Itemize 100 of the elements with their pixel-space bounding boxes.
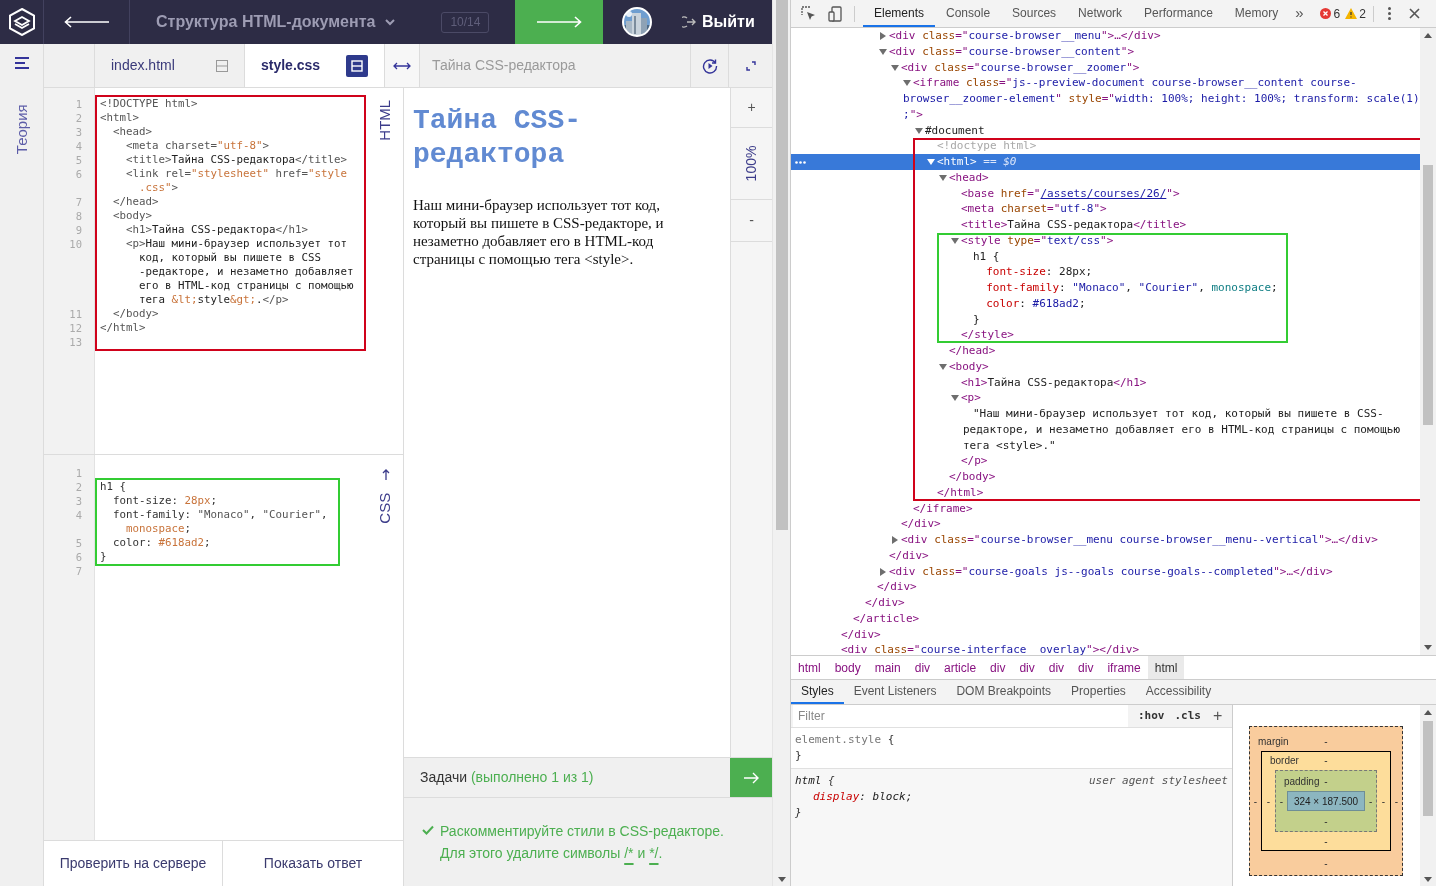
dom-node-line[interactable]: <div class="course-browser__content"> (889, 44, 1135, 58)
scroll-down-icon[interactable] (1424, 877, 1432, 882)
code-line[interactable]: <meta charset="utf-8"> (100, 139, 270, 152)
devtools-tab[interactable]: Console (935, 0, 1002, 27)
dom-node-line[interactable]: <div class="course-goals js--goals course-goals--completed">…</div> (889, 564, 1333, 578)
disclosure-triangle-icon[interactable] (951, 236, 959, 245)
code-line[interactable]: } (100, 550, 107, 563)
arrow-up-icon[interactable] (381, 469, 390, 480)
dom-node-line[interactable]: </div> (841, 627, 881, 641)
css-declaration[interactable]: display: block; (795, 789, 1228, 805)
dom-node-line[interactable]: </div> (877, 580, 917, 594)
dom-node-line[interactable]: <div class="course-browser__menu">…</div> (889, 29, 1161, 42)
devtools-tab[interactable]: Memory (1223, 0, 1290, 27)
code-line[interactable]: тега &lt;style&gt;.</p> (100, 293, 289, 306)
rule-selector[interactable]: html { (795, 773, 835, 789)
dom-node-line[interactable]: ;"> (903, 107, 923, 121)
breadcrumb[interactable]: div (983, 656, 1013, 679)
panel-tab[interactable]: Properties (1061, 680, 1136, 704)
dom-node-line[interactable]: } (973, 312, 980, 326)
code-line[interactable]: color: #618ad2; (100, 536, 211, 549)
panel-tab[interactable]: Event Listeners (843, 680, 947, 704)
code-line[interactable]: </head> (100, 195, 159, 208)
dom-node-line[interactable]: <body> (949, 359, 989, 373)
dom-node-line[interactable]: <style type="text/css"> (961, 233, 1114, 247)
new-rule-button[interactable]: + (1213, 708, 1223, 724)
dom-node-line[interactable]: </div> (865, 596, 905, 609)
breadcrumb[interactable]: div (1012, 656, 1042, 679)
scroll-up-icon[interactable] (1424, 33, 1432, 38)
breadcrumb[interactable]: body (827, 656, 868, 679)
tree-scrollbar[interactable] (1420, 28, 1436, 655)
refresh-play-icon[interactable] (701, 57, 718, 74)
breadcrumb[interactable]: main (867, 656, 908, 679)
dom-node-line[interactable]: font-family: "Monaco", "Courier", monospace; (973, 281, 1278, 294)
dom-node-line[interactable]: color: #618ad2; (973, 296, 1086, 310)
theory-tab[interactable]: Теория (10, 104, 33, 154)
dom-node-line[interactable]: редакторе, и незаметно добавляет его в HTML-код страницы с помощью (963, 422, 1401, 436)
dom-node-line[interactable]: <meta charset="utf-8"> (961, 202, 1107, 216)
dom-node-line[interactable]: </iframe> (913, 501, 973, 515)
split-view-icon[interactable] (346, 54, 368, 77)
expand-icon[interactable] (745, 60, 756, 71)
code-line[interactable]: </html> (100, 321, 146, 334)
dom-node-line[interactable]: </div> (889, 548, 929, 562)
breadcrumb[interactable]: iframe (1100, 656, 1148, 679)
dom-node-line[interactable]: <iframe class="js--preview-document course-browser__content course- (913, 76, 1357, 90)
scroll-up-icon[interactable] (1424, 710, 1432, 715)
resize-arrows-icon[interactable] (393, 61, 411, 70)
dom-node-line[interactable]: </p> (961, 454, 988, 468)
disclosure-triangle-icon[interactable] (879, 32, 887, 40)
dom-node-line[interactable]: <base href="/assets/courses/26/"> (961, 186, 1180, 200)
disclosure-triangle-icon[interactable] (939, 173, 947, 182)
dom-node-line[interactable]: </div> (901, 517, 941, 531)
warning-count[interactable]: 2 (1359, 4, 1366, 23)
code-line[interactable]: <link rel="stylesheet" href="style (100, 167, 348, 180)
code-line[interactable]: <body> (100, 209, 152, 222)
hover-state-toggle[interactable]: :hov (1138, 707, 1165, 725)
code-line[interactable]: <h1>Тайна CSS-редактора</h1> (100, 223, 309, 236)
breadcrumb[interactable]: article (937, 656, 984, 679)
panel-tab[interactable]: DOM Breakpoints (946, 680, 1062, 704)
code-line[interactable]: <head> (100, 125, 152, 138)
scroll-down-icon[interactable] (777, 877, 786, 882)
disclosure-triangle-icon[interactable] (903, 79, 911, 88)
code-line[interactable]: font-size: 28px; (100, 494, 218, 507)
devtools-tab[interactable]: Network (1067, 0, 1134, 27)
dom-node-line[interactable]: <div class="course-browser__zoomer"> (901, 60, 1140, 74)
kebab-menu-icon[interactable] (1387, 7, 1391, 20)
code-line[interactable]: monospace; (100, 522, 192, 535)
code-line[interactable]: h1 { (100, 480, 126, 493)
dom-node-line[interactable]: h1 { (973, 249, 1000, 263)
dom-node-line[interactable]: </article> (853, 611, 920, 625)
scrollbar-thumb[interactable] (775, 0, 788, 530)
dom-node-line[interactable]: </style> (961, 328, 1014, 342)
disclosure-triangle-icon[interactable] (915, 126, 923, 135)
dom-node-line[interactable]: <title>Тайна CSS-редактора</title> (961, 218, 1187, 231)
breadcrumb[interactable]: div (907, 656, 938, 679)
breadcrumb[interactable]: html (791, 656, 828, 679)
lesson-title[interactable]: Структура HTML-документа (156, 10, 376, 34)
class-toggle[interactable]: .cls (1174, 707, 1201, 725)
scrollbar[interactable] (772, 0, 790, 886)
code-line[interactable]: .css"> (100, 181, 179, 194)
breadcrumb[interactable]: html (1147, 656, 1185, 679)
panel-tab[interactable]: Accessibility (1135, 680, 1222, 704)
scroll-down-icon[interactable] (1424, 645, 1432, 650)
code-line[interactable]: его в HTML-код страницы с помощью (100, 279, 354, 292)
error-count[interactable]: 6 (1333, 4, 1341, 23)
chevron-down-icon[interactable] (385, 18, 396, 26)
disclosure-triangle-icon[interactable] (927, 158, 935, 166)
code-line[interactable]: <!DOCTYPE html> (100, 97, 198, 110)
styles-scrollbar[interactable] (1420, 705, 1436, 886)
disclosure-triangle-icon[interactable] (891, 536, 899, 544)
logo-icon[interactable] (8, 8, 35, 36)
file-tab[interactable]: style.css (245, 44, 385, 87)
code-line[interactable]: <html> (100, 111, 139, 124)
breadcrumb[interactable]: div (1041, 656, 1072, 679)
cursor-select-icon[interactable] (801, 6, 816, 21)
disclosure-triangle-icon[interactable] (939, 362, 947, 371)
menu-icon[interactable] (14, 57, 29, 69)
devtools-tab[interactable]: Elements (863, 0, 936, 27)
dom-node-line[interactable]: #document (925, 123, 985, 137)
dom-node-line[interactable]: font-size: 28px; (973, 265, 1093, 279)
logout-button[interactable]: Выйти (670, 0, 772, 44)
